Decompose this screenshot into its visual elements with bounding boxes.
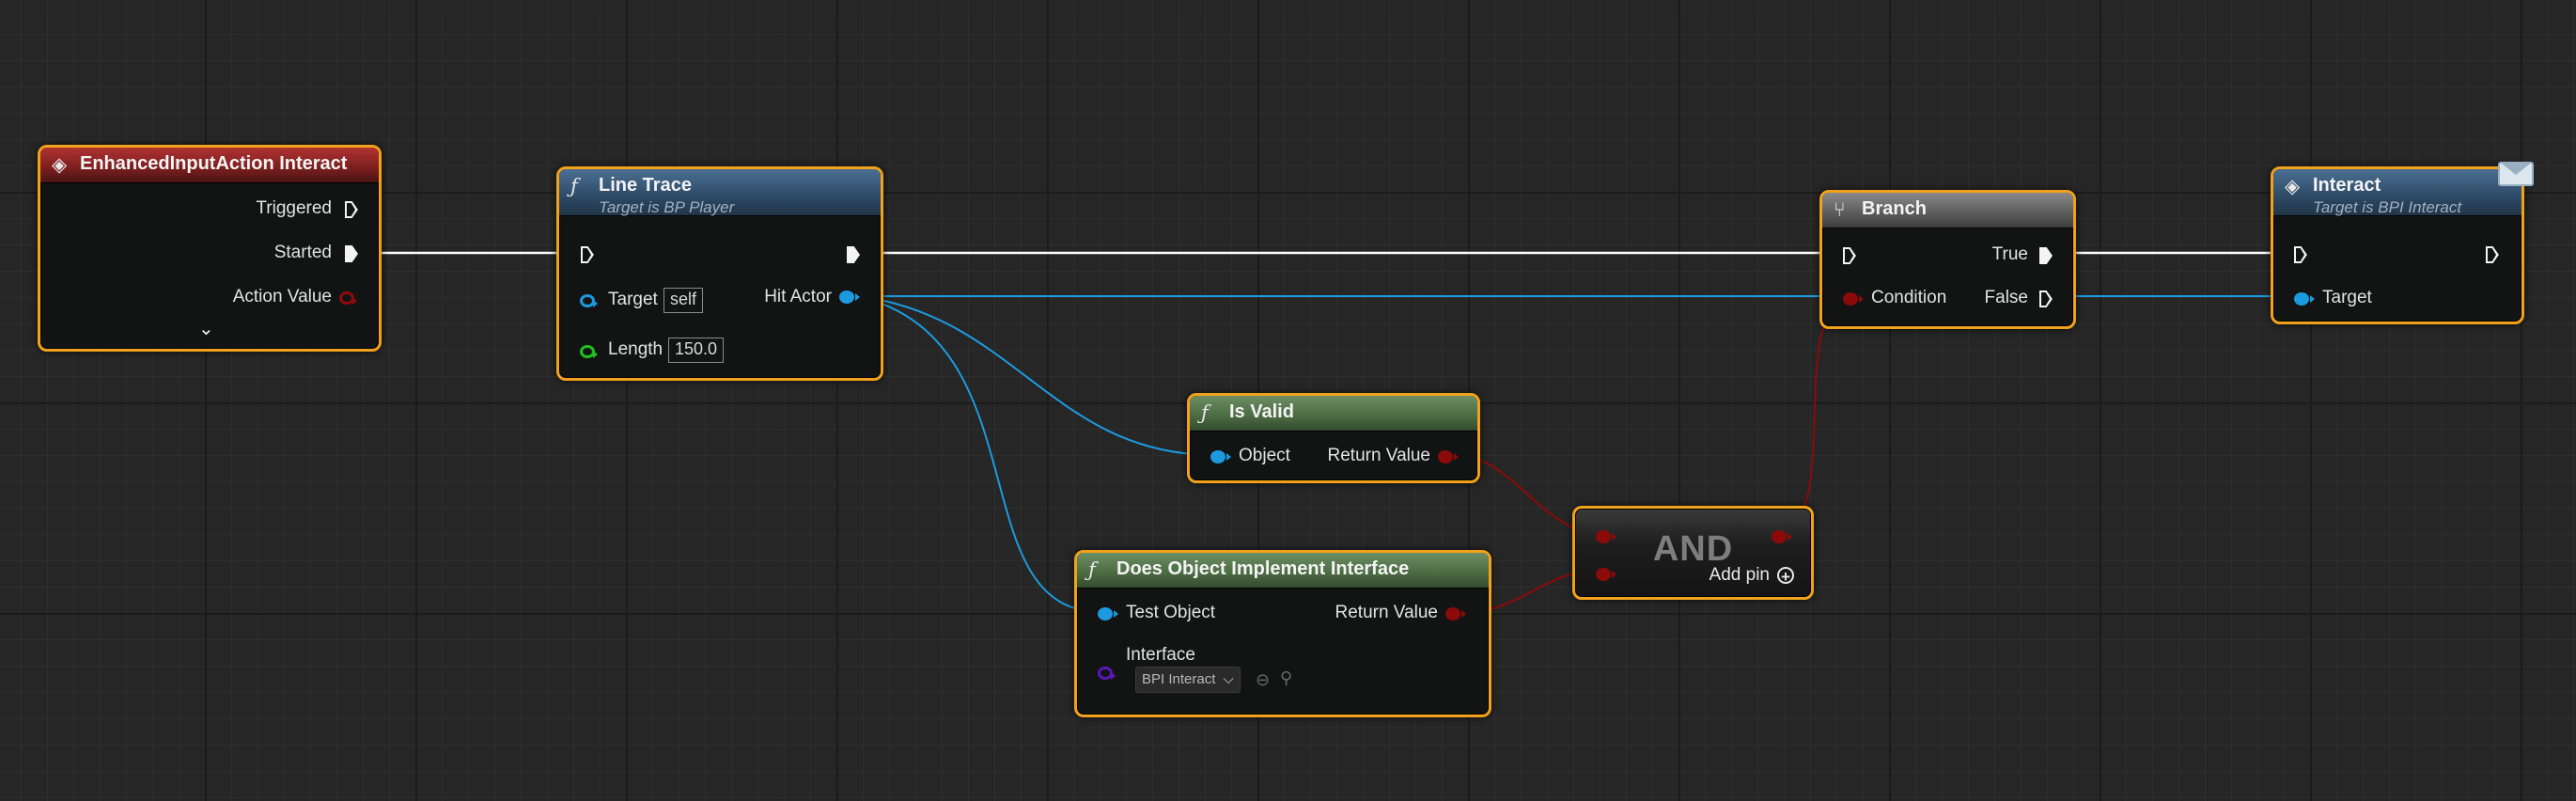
node-title: Branch <box>1862 198 1927 219</box>
bool-wire-and-to-condition <box>1782 295 1852 534</box>
pin-label-return-value: Return Value <box>1335 603 1439 622</box>
chevron-down-icon: ⌵ <box>1223 671 1234 687</box>
node-header: ⑂ Branch <box>1822 193 2073 228</box>
length-value-field[interactable]: 150.0 <box>668 338 725 363</box>
pin-label-condition: Condition <box>1871 288 1947 307</box>
node-and[interactable]: AND Add pin + <box>1572 506 1814 600</box>
event-diamond-icon: ◈ <box>52 153 68 176</box>
add-pin-label: Add pin <box>1709 565 1770 585</box>
node-subtitle: Target is BP Player <box>599 198 735 216</box>
use-selected-asset-icon[interactable]: ⊖ <box>1256 670 1270 690</box>
node-is-valid[interactable]: ƒ Is Valid Object Return Value <box>1187 393 1480 483</box>
pin-label-object: Object <box>1239 446 1290 465</box>
pin-hit-actor[interactable] <box>839 291 860 304</box>
pin-label-hit-actor: Hit Actor <box>764 287 832 306</box>
pin-label-target: Target <box>2322 288 2372 307</box>
pin-and-input-b[interactable] <box>1596 568 1616 581</box>
node-interact[interactable]: ◈ Interact Target is BPI Interact Target <box>2271 166 2524 324</box>
node-title: Interact <box>2313 175 2381 196</box>
node-subtitle: Target is BPI Interact <box>2313 198 2462 216</box>
pin-target[interactable] <box>580 294 598 307</box>
function-icon: ƒ <box>570 175 578 197</box>
add-pin-button[interactable]: Add pin + <box>1710 565 1794 586</box>
pin-label-length: Length <box>608 339 664 359</box>
target-value-field[interactable]: self <box>664 288 704 313</box>
pin-label-false: False <box>1984 288 2028 307</box>
pin-interface[interactable] <box>1098 667 1116 680</box>
object-wire-hitactor-to-isvalid <box>856 295 1215 456</box>
branch-icon: ⑂ <box>1834 198 1846 221</box>
node-title: Does Object Implement Interface <box>1116 558 1410 579</box>
node-line-trace[interactable]: ƒ Line Trace Target is BP Player Target … <box>556 166 883 381</box>
pin-object[interactable] <box>1210 450 1231 463</box>
node-branch[interactable]: ⑂ Branch True Condition False <box>1819 190 2076 329</box>
pin-and-input-a[interactable] <box>1596 530 1616 543</box>
node-header: ƒ Does Object Implement Interface <box>1077 553 1489 589</box>
pin-label-true: True <box>1991 244 2028 264</box>
exec-pin-in[interactable] <box>1843 247 1856 264</box>
node-title: Line Trace <box>599 175 692 196</box>
pin-label-triggered: Triggered <box>256 198 332 218</box>
pin-label-started: Started <box>273 243 332 262</box>
node-header: ƒ Line Trace Target is BP Player <box>559 169 881 216</box>
node-title: Is Valid <box>1229 401 1294 422</box>
pin-return-value[interactable] <box>1438 450 1459 463</box>
exec-pin-in[interactable] <box>581 246 594 263</box>
pin-condition[interactable] <box>1843 292 1864 306</box>
node-header: ◈ EnhancedInputAction Interact <box>40 148 379 183</box>
pin-label-return-value: Return Value <box>1327 446 1431 465</box>
node-does-object-implement-interface[interactable]: ƒ Does Object Implement Interface Test O… <box>1074 550 1491 717</box>
pin-test-object[interactable] <box>1098 607 1118 620</box>
interface-dropdown[interactable]: BPI Interact ⌵ <box>1135 667 1241 693</box>
function-icon: ƒ <box>1088 558 1096 581</box>
node-title: EnhancedInputAction Interact <box>80 153 348 174</box>
node-enhanced-input-action[interactable]: ◈ EnhancedInputAction Interact Triggered… <box>38 145 382 352</box>
exec-pin-true[interactable] <box>2039 247 2053 264</box>
message-diamond-icon: ◈ <box>2285 175 2301 197</box>
object-wire-hitactor-to-testobject <box>856 295 1102 613</box>
chevron-down-icon[interactable]: ⌄ <box>198 317 214 340</box>
exec-pin-started[interactable] <box>345 245 358 262</box>
exec-pin-out[interactable] <box>2486 246 2499 263</box>
pin-label-test-object: Test Object <box>1126 603 1216 622</box>
pin-label-target: Target <box>608 290 658 309</box>
interface-dropdown-value: BPI Interact <box>1142 671 1216 687</box>
pin-and-output[interactable] <box>1772 530 1792 543</box>
exec-pin-in[interactable] <box>2294 246 2307 263</box>
browse-search-icon[interactable]: ⚲ <box>1280 668 1292 688</box>
pin-label-action-value: Action Value <box>232 287 332 306</box>
exec-pin-triggered[interactable] <box>345 201 358 218</box>
envelope-icon <box>2498 162 2534 186</box>
exec-pin-false[interactable] <box>2039 291 2053 307</box>
pin-return-value[interactable] <box>1445 607 1466 620</box>
function-icon: ƒ <box>1201 401 1209 424</box>
exec-pin-out[interactable] <box>847 246 860 263</box>
pin-action-value[interactable] <box>339 291 357 305</box>
pin-label-interface: Interface <box>1126 645 1195 665</box>
pin-target[interactable] <box>2294 292 2315 306</box>
add-icon: + <box>1777 566 1794 585</box>
node-header: ◈ Interact Target is BPI Interact <box>2273 169 2521 216</box>
node-header: ƒ Is Valid <box>1190 396 1477 432</box>
pin-length[interactable] <box>580 345 598 358</box>
